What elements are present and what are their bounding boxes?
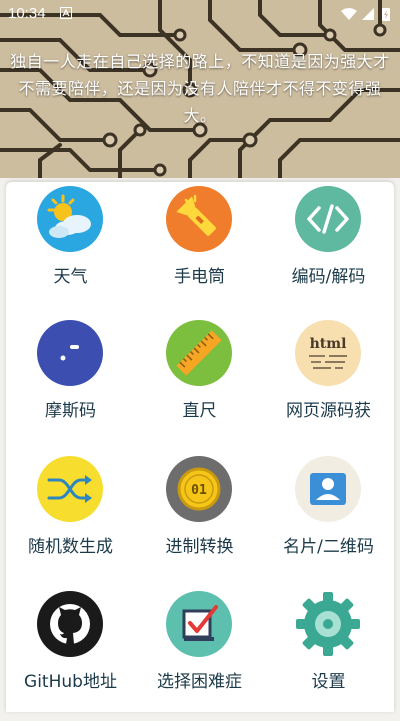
tools-card: 天气 手电筒 编码/解码 摩斯码 直尺 html 网页源码获 随机数生成 01 … <box>6 182 394 712</box>
system-status-icons <box>341 8 390 21</box>
tool-morse-code[interactable]: 摩斯码 <box>6 316 135 450</box>
weather-icon <box>37 186 103 252</box>
github-icon <box>37 591 103 657</box>
shuffle-icon <box>37 456 103 522</box>
wifi-icon <box>341 8 357 20</box>
code-icon <box>295 186 361 252</box>
tool-label: 随机数生成 <box>28 537 113 557</box>
tool-label: 编码/解码 <box>291 267 366 287</box>
tool-label: 摩斯码 <box>45 401 96 421</box>
tool-flashlight[interactable]: 手电筒 <box>135 182 264 316</box>
checkbox-icon <box>166 591 232 657</box>
flashlight-icon <box>166 186 232 252</box>
business-card-icon <box>295 456 361 522</box>
svg-text:html: html <box>310 336 347 352</box>
html-source-icon: html <box>295 320 361 386</box>
status-bar: 10:34 <box>0 0 400 28</box>
signal-icon <box>362 8 374 20</box>
tool-label: 设置 <box>311 672 346 692</box>
binary-coin-icon: 01 <box>166 456 232 522</box>
status-time: 10:34 <box>8 5 46 22</box>
tool-base-conversion[interactable]: 01 进制转换 <box>135 452 264 586</box>
tool-label: 网页源码获 <box>286 401 371 421</box>
notification-a-icon <box>60 7 72 19</box>
tool-ruler[interactable]: 直尺 <box>135 316 264 450</box>
tool-label: 选择困难症 <box>157 672 242 692</box>
tool-label: 天气 <box>53 267 88 287</box>
tool-choice-helper[interactable]: 选择困难症 <box>135 587 264 721</box>
tool-label: 手电筒 <box>174 267 225 287</box>
tool-label: 名片/二维码 <box>283 537 374 557</box>
tool-label: 直尺 <box>182 401 217 421</box>
tool-random-number[interactable]: 随机数生成 <box>6 452 135 586</box>
svg-text:01: 01 <box>191 483 207 498</box>
tool-github-address[interactable]: GitHub地址 <box>6 587 135 721</box>
settings-gear-icon <box>296 592 360 656</box>
morse-code-icon <box>37 320 103 386</box>
tool-encode-decode[interactable]: 编码/解码 <box>264 182 393 316</box>
tool-weather[interactable]: 天气 <box>6 182 135 316</box>
tool-label: 进制转换 <box>165 537 234 557</box>
tool-settings[interactable]: 设置 <box>264 587 393 721</box>
ruler-icon <box>166 320 232 386</box>
header-banner: 10:34 独自一人走在自己选择的路上，不知道是因为强大才不需要陪伴，还是因为没… <box>0 0 400 178</box>
tool-webpage-source[interactable]: html 网页源码获 <box>264 316 393 450</box>
tool-business-card-qrcode[interactable]: 名片/二维码 <box>264 452 393 586</box>
header-quote: 独自一人走在自己选择的路上，不知道是因为强大才不需要陪伴，还是因为没有人陪伴才不… <box>10 52 390 125</box>
tool-label: GitHub地址 <box>24 672 117 692</box>
